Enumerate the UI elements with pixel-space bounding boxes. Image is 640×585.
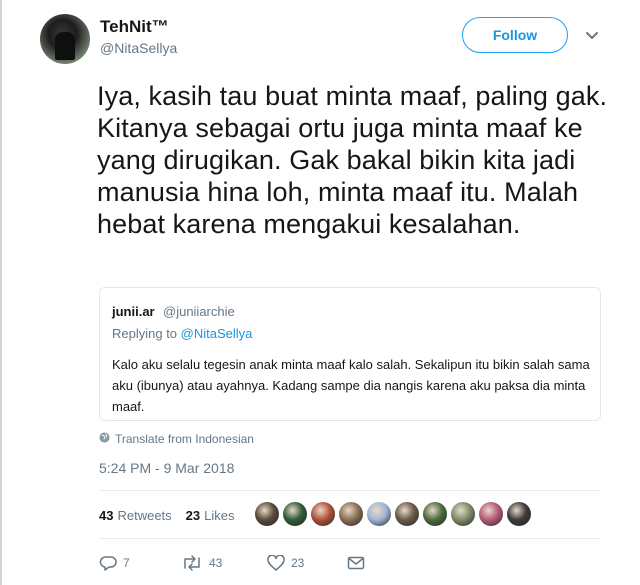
liker-avatar-1[interactable] (255, 502, 279, 526)
tweet-text: Iya, kasih tau buat minta maaf, paling g… (97, 81, 608, 239)
quoted-tweet[interactable]: junii.ar @juniiarchie Replying to @NitaS… (99, 287, 601, 421)
follow-button[interactable]: Follow (462, 17, 568, 53)
retweet-icon (181, 555, 203, 571)
liker-avatars (255, 502, 531, 526)
liker-avatar-5[interactable] (367, 502, 391, 526)
translate-link[interactable]: Translate from Indonesian (99, 432, 254, 446)
reply-action[interactable]: 7 (99, 555, 181, 571)
left-border (0, 0, 2, 585)
divider (99, 538, 601, 539)
quoted-text: Kalo aku selalu tegesin anak minta maaf … (112, 357, 590, 414)
replying-to-link[interactable]: @NitaSellya (181, 326, 253, 341)
likes-count: 23 (185, 507, 201, 523)
liker-avatar-10[interactable] (507, 502, 531, 526)
quoted-display-name: junii.ar (112, 304, 155, 319)
retweet-action[interactable]: 43 (181, 555, 267, 571)
retweets-stat[interactable]: 43 Retweets (99, 508, 172, 523)
retweet-count: 43 (209, 556, 223, 570)
liker-avatar-9[interactable] (479, 502, 503, 526)
likes-stat[interactable]: 23 Likes (186, 508, 235, 523)
heart-icon (267, 555, 285, 571)
like-action[interactable]: 23 (267, 555, 347, 571)
envelope-icon (347, 555, 365, 571)
divider (99, 490, 601, 491)
tweet-header: TehNit™ @NitaSellya Follow (40, 14, 620, 64)
tweet-stats: 43 Retweets 23 Likes (99, 503, 249, 527)
quoted-handle: @juniiarchie (163, 304, 235, 319)
globe-icon (99, 432, 110, 446)
replying-prefix: Replying to (112, 326, 178, 341)
translate-label: Translate from Indonesian (115, 432, 254, 446)
reply-count: 7 (123, 556, 130, 570)
likes-label: Likes (204, 507, 235, 523)
liker-avatar-8[interactable] (451, 502, 475, 526)
action-bar: 7 43 23 (99, 552, 365, 574)
user-handle[interactable]: @NitaSellya (100, 40, 177, 56)
liker-avatar-2[interactable] (283, 502, 307, 526)
timestamp[interactable]: 5:24 PM - 9 Mar 2018 (99, 460, 234, 476)
like-count: 23 (291, 556, 305, 570)
quoted-replying-to: Replying to @NitaSellya (112, 326, 252, 341)
liker-avatar-7[interactable] (423, 502, 447, 526)
reply-icon (99, 555, 117, 571)
liker-avatar-3[interactable] (311, 502, 335, 526)
display-name[interactable]: TehNit™ (100, 17, 169, 37)
retweets-count: 43 (99, 507, 114, 523)
avatar[interactable] (40, 14, 90, 64)
liker-avatar-4[interactable] (339, 502, 363, 526)
retweets-label: Retweets (117, 507, 172, 523)
chevron-down-icon[interactable] (582, 26, 602, 46)
liker-avatar-6[interactable] (395, 502, 419, 526)
direct-message-action[interactable] (347, 555, 365, 571)
